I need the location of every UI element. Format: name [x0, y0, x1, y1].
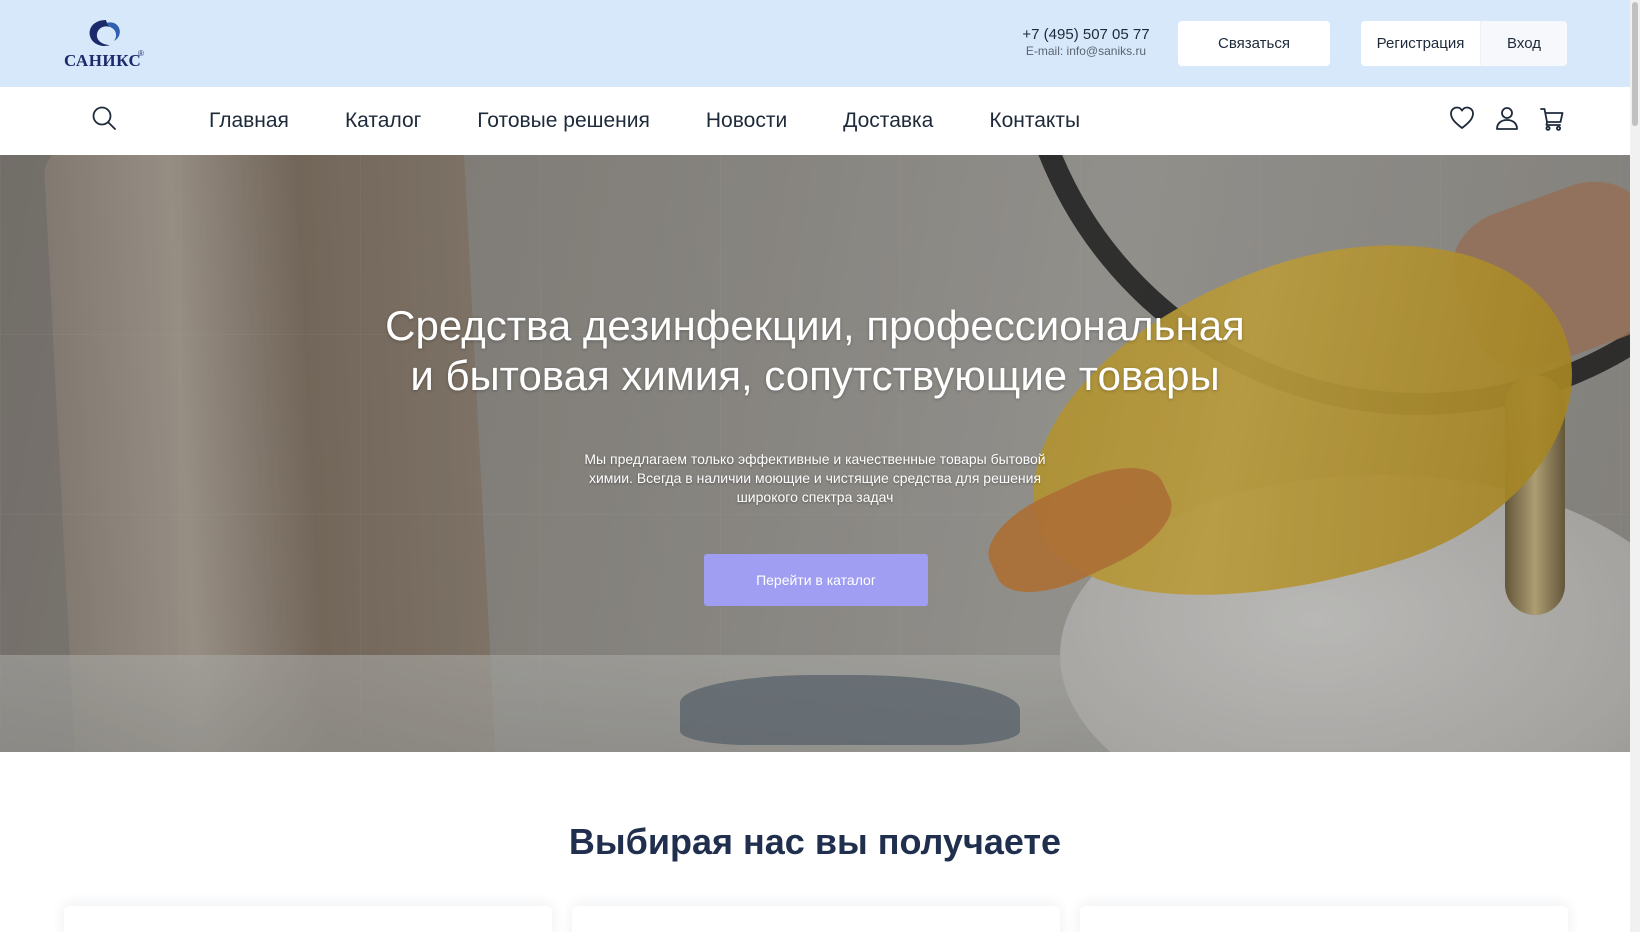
nav-item-catalog[interactable]: Каталог: [345, 109, 421, 133]
nav-item-solutions[interactable]: Готовые решения: [477, 109, 650, 133]
search-icon[interactable]: [90, 104, 118, 132]
benefit-card: [1080, 906, 1568, 932]
login-button[interactable]: Вход: [1481, 21, 1567, 66]
logo-registered-mark: ®: [138, 49, 144, 58]
nav-item-news[interactable]: Новости: [706, 109, 787, 133]
hero-subtitle: Мы предлагаем только эффективные и качес…: [570, 450, 1060, 507]
email-link[interactable]: E-mail: info@saniks.ru: [1010, 44, 1162, 59]
hero-title-line1: Средства дезинфекции, профессиональная: [385, 302, 1245, 349]
nav-item-contacts[interactable]: Контакты: [989, 109, 1080, 133]
auth-buttons: Регистрация Вход: [1361, 21, 1567, 66]
hero-banner: Средства дезинфекции, профессиональная и…: [0, 155, 1630, 752]
contact-button[interactable]: Связаться: [1178, 21, 1330, 66]
hero-content: Средства дезинфекции, профессиональная и…: [0, 155, 1630, 752]
go-to-catalog-button[interactable]: Перейти в каталог: [704, 554, 928, 606]
benefit-card: [572, 906, 1060, 932]
scrollbar-thumb[interactable]: [1632, 2, 1638, 126]
logo-text: САНИКС: [64, 51, 142, 70]
benefit-card: [64, 906, 552, 932]
logo-swirl-icon: [89, 20, 120, 46]
hero-subtitle-line2: химии. Всегда в наличии моющие и чистящи…: [588, 470, 1042, 486]
register-button[interactable]: Регистрация: [1361, 21, 1481, 66]
benefit-cards: [64, 906, 1568, 932]
nav-icons: [1448, 104, 1566, 132]
hero-title: Средства дезинфекции, профессиональная и…: [365, 301, 1265, 401]
top-bar: САНИКС ® +7 (495) 507 05 77 E-mail: info…: [0, 0, 1630, 87]
scrollbar[interactable]: [1630, 0, 1640, 932]
user-icon[interactable]: [1493, 104, 1521, 132]
hero-subtitle-line1: Мы предлагаем только эффективные и качес…: [584, 451, 1046, 467]
section-title: Выбирая нас вы получаете: [568, 821, 1062, 862]
phone-link[interactable]: +7 (495) 507 05 77: [1010, 26, 1162, 44]
nav-links: Главная Каталог Готовые решения Новости …: [209, 87, 1136, 155]
hero-subtitle-line3: широкого спектра задач: [736, 489, 894, 505]
main-nav: Главная Каталог Готовые решения Новости …: [0, 87, 1630, 155]
heart-icon[interactable]: [1448, 104, 1476, 132]
contact-info: +7 (495) 507 05 77 E-mail: info@saniks.r…: [1010, 26, 1162, 59]
cart-icon[interactable]: [1538, 104, 1566, 132]
nav-item-delivery[interactable]: Доставка: [843, 109, 933, 133]
hero-title-line2: и бытовая химия, сопутствующие товары: [410, 352, 1220, 399]
logo[interactable]: САНИКС ®: [64, 18, 150, 72]
nav-item-home[interactable]: Главная: [209, 109, 289, 133]
